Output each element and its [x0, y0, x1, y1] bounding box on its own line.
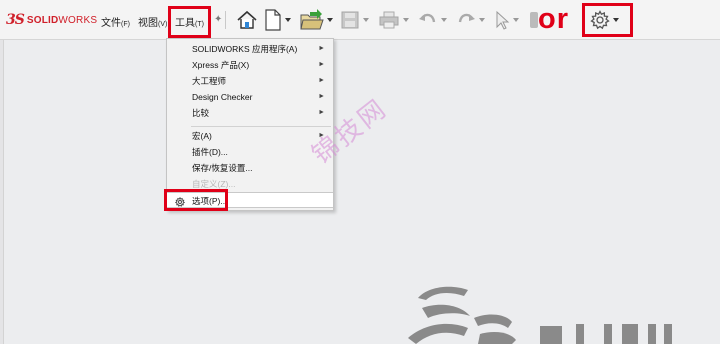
select-cursor-icon [496, 10, 510, 30]
print-button[interactable] [378, 8, 409, 32]
home-icon [237, 10, 257, 29]
solidworks-logo[interactable]: 3S SOLIDWORKS [6, 12, 97, 28]
redo-button[interactable] [456, 8, 485, 32]
left-panel-edge [0, 40, 4, 344]
print-icon [379, 11, 399, 29]
solidworks-wordmark: SOLIDWORKS [26, 14, 98, 26]
open-button[interactable] [300, 8, 333, 32]
redo-icon [458, 13, 475, 23]
new-document-icon [265, 9, 281, 31]
chevron-down-icon[interactable] [285, 18, 291, 22]
menu-item-design-checker[interactable]: Design Checker ► [167, 89, 333, 105]
submenu-arrow-icon: ► [318, 109, 325, 116]
chevron-down-icon[interactable] [479, 18, 485, 22]
home-button[interactable] [236, 8, 258, 32]
undo-button[interactable] [418, 8, 447, 32]
new-document-button[interactable] [264, 8, 291, 32]
menu-file[interactable]: 文件(F) [101, 14, 130, 29]
open-folder-icon [300, 9, 324, 30]
chevron-down-icon[interactable] [363, 18, 369, 22]
chevron-down-icon[interactable] [403, 18, 409, 22]
toolbar-separator [225, 11, 226, 29]
chevron-down-icon[interactable] [327, 18, 333, 22]
solidworks-background-logo [408, 282, 720, 344]
options-item-highlight [164, 189, 228, 211]
submenu-arrow-icon: ► [318, 77, 325, 84]
menu-item-compare[interactable]: 比较 ► [167, 105, 333, 121]
submenu-arrow-icon: ► [318, 61, 325, 68]
menu-item-xpress[interactable]: Xpress 产品(X) ► [167, 57, 333, 73]
tools-dropdown-menu: SOLIDWORKS 应用程序(A) ► Xpress 产品(X) ► 大工程师 ► … [166, 38, 334, 211]
save-icon [341, 11, 359, 29]
or-annotation: or [538, 3, 569, 35]
undo-icon [419, 13, 436, 23]
gear-highlight [582, 3, 633, 37]
menu-item-save-restore-settings[interactable]: 保存/恢复设置... [167, 160, 333, 176]
save-button[interactable] [340, 8, 369, 32]
menu-separator [191, 126, 331, 127]
select-button[interactable] [494, 8, 519, 32]
chevron-down-icon[interactable] [441, 18, 447, 22]
submenu-arrow-icon: ► [318, 45, 325, 52]
menu-item-solidworks-apps[interactable]: SOLIDWORKS 应用程序(A) ► [167, 41, 333, 57]
submenu-arrow-icon: ► [318, 93, 325, 100]
menu-view[interactable]: 视图(V) [138, 14, 167, 29]
pin-icon[interactable]: ✦ [214, 14, 222, 25]
chevron-down-icon[interactable] [513, 18, 519, 22]
menu-item-big-engineer[interactable]: 大工程师 ► [167, 73, 333, 89]
tools-menu-highlight [168, 6, 211, 38]
ds-logo-mark: 3S [6, 12, 25, 28]
